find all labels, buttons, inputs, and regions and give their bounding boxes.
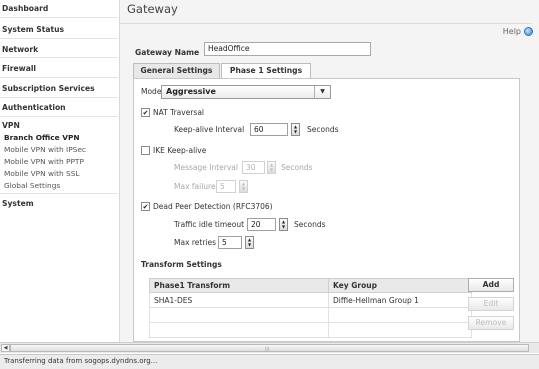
- column-header-phase1-transform[interactable]: Phase1 Transform: [149, 278, 329, 293]
- table-row[interactable]: [149, 322, 472, 338]
- sidebar-item-subscription-services[interactable]: Subscription Services: [2, 84, 95, 93]
- table-header-row: Phase1 Transform Key Group: [149, 278, 472, 293]
- table-row[interactable]: [149, 307, 472, 323]
- chevron-down-icon[interactable]: ▼: [314, 86, 330, 98]
- divider: [0, 17, 118, 18]
- sidebar-item-firewall[interactable]: Firewall: [2, 64, 36, 73]
- sidebar-nav: Dashboard System Status Network Firewall…: [0, 0, 120, 342]
- max-failures-field[interactable]: 5: [216, 180, 236, 193]
- max-retries-stepper[interactable]: ▲ ▼: [245, 236, 254, 249]
- sidebar-item-authentication[interactable]: Authentication: [2, 103, 66, 112]
- help-icon[interactable]: [524, 27, 533, 36]
- mode-select[interactable]: Aggressive ▼: [161, 85, 331, 99]
- ike-keepalive-label: IKE Keep-alive: [153, 146, 207, 155]
- horizontal-scrollbar[interactable]: ◀ |||: [0, 342, 539, 353]
- divider: [0, 97, 118, 98]
- dpd-label: Dead Peer Detection (RFC3706): [153, 202, 273, 211]
- max-failures-label: Max failures: [174, 182, 220, 191]
- table-cell: [149, 322, 329, 338]
- help-label[interactable]: Help: [503, 27, 521, 36]
- sidebar-subitem-mobile-vpn-ipsec[interactable]: Mobile VPN with IPSec: [4, 145, 86, 154]
- max-retries-label: Max retries: [174, 238, 217, 247]
- sidebar-item-system[interactable]: System: [2, 199, 34, 208]
- nat-traversal-label: NAT Traversal: [153, 108, 205, 117]
- sidebar-subitem-global-settings[interactable]: Global Settings: [4, 181, 60, 190]
- message-interval-label: Message Interval: [174, 163, 238, 172]
- divider: [120, 23, 532, 24]
- tab-phase1-settings[interactable]: Phase 1 Settings: [221, 63, 311, 79]
- phase1-settings-panel: Mode Aggressive ▼ NAT Traversal Keep-ali…: [133, 78, 520, 342]
- keepalive-interval-label: Keep-alive Interval: [174, 125, 245, 134]
- divider: [0, 77, 118, 78]
- keepalive-interval-field[interactable]: 60: [250, 123, 288, 136]
- edit-transform-button[interactable]: Edit: [468, 297, 514, 311]
- divider: [0, 57, 118, 58]
- dpd-checkbox[interactable]: [141, 202, 150, 211]
- max-failures-stepper[interactable]: ▲ ▼: [239, 180, 248, 193]
- sidebar-subitem-mobile-vpn-ssl[interactable]: Mobile VPN with SSL: [4, 169, 80, 178]
- divider: [0, 193, 118, 194]
- transform-table: Phase1 Transform Key Group SHA1-DES Diff…: [149, 278, 472, 338]
- main-content: Gateway Help Gateway Name HeadOffice Gen…: [120, 0, 539, 342]
- sidebar-item-system-status[interactable]: System Status: [2, 25, 64, 34]
- traffic-idle-seconds-label: Seconds: [294, 220, 326, 229]
- ike-keepalive-checkbox[interactable]: [141, 146, 150, 155]
- traffic-idle-timeout-label: Traffic idle timeout: [174, 220, 245, 229]
- table-cell: Diffie-Hellman Group 1: [328, 292, 472, 308]
- divider: [0, 38, 118, 39]
- tab-general-settings[interactable]: General Settings: [133, 63, 220, 78]
- sidebar-item-vpn[interactable]: VPN: [2, 121, 20, 130]
- gateway-name-field[interactable]: HeadOffice: [204, 42, 371, 56]
- help-link[interactable]: Help: [503, 27, 533, 36]
- sidebar-subitem-mobile-vpn-pptp[interactable]: Mobile VPN with PPTP: [4, 157, 84, 166]
- scrollbar-thumb[interactable]: |||: [10, 344, 529, 352]
- sidebar-item-network[interactable]: Network: [2, 45, 38, 54]
- add-transform-button[interactable]: Add: [468, 278, 514, 292]
- mode-label: Mode: [141, 87, 162, 96]
- table-cell: SHA1-DES: [149, 292, 329, 308]
- nat-traversal-checkbox[interactable]: [141, 108, 150, 117]
- max-retries-field[interactable]: 5: [218, 236, 242, 249]
- mode-select-value: Aggressive: [166, 87, 216, 96]
- table-row[interactable]: SHA1-DES Diffie-Hellman Group 1: [149, 292, 472, 308]
- keepalive-interval-stepper[interactable]: ▲ ▼: [291, 123, 300, 136]
- page-title: Gateway: [127, 2, 178, 16]
- column-header-key-group[interactable]: Key Group: [328, 278, 472, 293]
- keepalive-seconds-label: Seconds: [307, 125, 339, 134]
- transform-settings-title: Transform Settings: [141, 260, 222, 269]
- message-interval-field[interactable]: 30: [242, 161, 265, 174]
- table-cell: [328, 322, 472, 338]
- table-cell: [328, 307, 472, 323]
- traffic-idle-timeout-stepper[interactable]: ▲ ▼: [279, 218, 288, 231]
- message-interval-stepper[interactable]: ▲ ▼: [267, 161, 276, 174]
- scroll-left-icon[interactable]: ◀: [1, 344, 10, 352]
- grip-icon: |||: [265, 346, 270, 351]
- status-bar: Transferring data from sogops.dyndns.org…: [0, 354, 539, 369]
- table-cell: [149, 307, 329, 323]
- message-interval-seconds-label: Seconds: [281, 163, 313, 172]
- sidebar-item-dashboard[interactable]: Dashboard: [2, 4, 48, 13]
- divider: [0, 116, 118, 117]
- gateway-name-label: Gateway Name: [135, 48, 200, 57]
- remove-transform-button[interactable]: Remove: [468, 316, 514, 330]
- sidebar-subitem-branch-office-vpn[interactable]: Branch Office VPN: [4, 133, 80, 142]
- traffic-idle-timeout-field[interactable]: 20: [247, 218, 276, 231]
